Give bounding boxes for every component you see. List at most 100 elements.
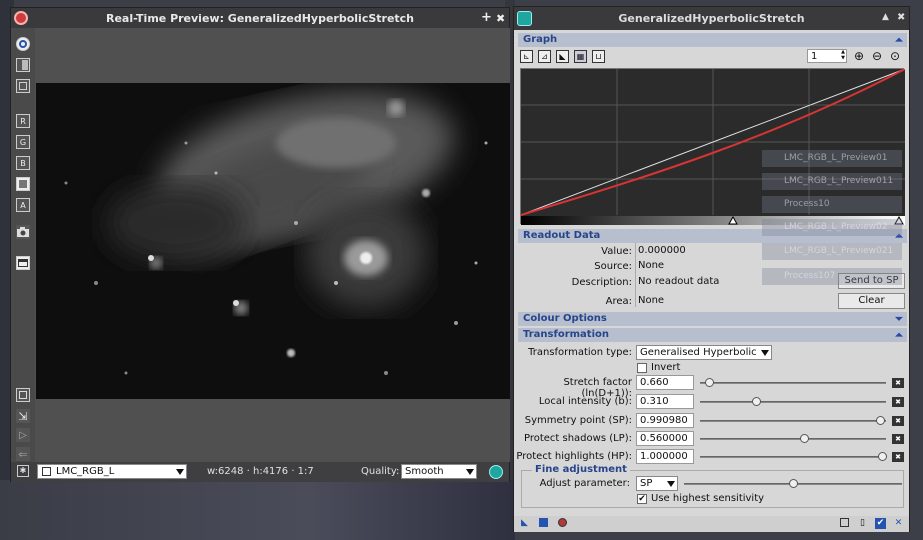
ghost-window-label: LMC_RGB_L_Preview021	[762, 243, 902, 260]
reset-param-icon[interactable]: ✖	[892, 434, 904, 444]
channel-a-icon[interactable]: A	[16, 198, 30, 212]
realtime-preview-window: Real-Time Preview: GeneralizedHyperbolic…	[10, 7, 510, 482]
forward-arrow-icon[interactable]: ▷	[16, 428, 30, 442]
invert-checkbox[interactable]	[637, 363, 647, 373]
zoom-in-icon[interactable]: ⊕	[854, 49, 864, 63]
highest-sensitivity-checkbox[interactable]: ✔	[637, 494, 647, 504]
param-slider[interactable]	[700, 452, 887, 461]
area-label: Area:	[605, 296, 632, 307]
quality-select[interactable]: Smooth	[401, 464, 477, 479]
ghs-titlebar[interactable]: GeneralizedHyperbolicStretch ▲ ✖	[514, 7, 909, 30]
channel-b-icon[interactable]: B	[16, 156, 30, 170]
param-slider-knob[interactable]	[878, 452, 887, 461]
browse-docs-icon[interactable]	[839, 518, 850, 529]
image-dimensions: w:6248 · h:4176 · 1:7	[207, 466, 314, 477]
astro-image[interactable]	[36, 83, 510, 399]
window-icon[interactable]	[16, 256, 30, 270]
adjust-parameter-value: SP	[640, 478, 653, 489]
reset-param-icon[interactable]: ✖	[892, 397, 904, 407]
expand-icon[interactable]: ⏷	[895, 313, 903, 327]
reset-icon[interactable]: ✕	[893, 518, 904, 529]
graph-tool-5-icon[interactable]: ⊔	[592, 50, 605, 63]
param-slider[interactable]	[700, 416, 886, 425]
highest-sensitivity-label: Use highest sensitivity	[651, 493, 765, 504]
reset-param-icon[interactable]: ✖	[892, 452, 904, 462]
graph-tool-1-icon[interactable]: ⊾	[520, 50, 533, 63]
source-label: Source:	[594, 261, 632, 272]
param-value-field[interactable]: 0.660	[636, 375, 694, 390]
param-slider[interactable]	[700, 434, 886, 443]
graph-section-header[interactable]: Graph ⏶	[518, 33, 907, 47]
zoom-out-icon[interactable]: ⊖	[872, 49, 882, 63]
graph-tool-3-icon[interactable]: ◣	[556, 50, 569, 63]
apply-check-icon[interactable]: ✔	[875, 518, 886, 529]
overlay-view-icon[interactable]	[16, 79, 30, 93]
chevron-down-icon	[667, 481, 675, 487]
stepper-down-icon[interactable]: ▼	[841, 55, 845, 61]
apply-global-icon[interactable]	[538, 518, 549, 529]
adjust-parameter-select[interactable]: SP	[636, 476, 678, 491]
fit-view-icon[interactable]	[16, 388, 30, 402]
param-value-field[interactable]: 0.310	[636, 394, 694, 409]
close-icon[interactable]: ✖	[897, 12, 905, 23]
transformation-label: Transformation	[523, 329, 609, 340]
channel-g-icon[interactable]: G	[16, 135, 30, 149]
param-slider[interactable]	[700, 397, 886, 406]
reset-param-icon[interactable]: ✖	[892, 416, 904, 426]
preview-toolbar: R G B A ⇲ ▷ ⇐	[11, 28, 35, 462]
collapse-icon[interactable]: ⏶	[895, 329, 903, 343]
param-label: Local intensity (b):	[538, 396, 632, 407]
zoom-fit-icon[interactable]: ⊙	[890, 49, 900, 63]
close-icon[interactable]: ✖	[496, 12, 505, 25]
split-view-icon[interactable]	[16, 58, 30, 72]
back-arrow-icon[interactable]: ⇐	[16, 447, 30, 461]
script-icon[interactable]: ▯	[857, 518, 868, 529]
reset-param-icon[interactable]: ✖	[892, 378, 904, 388]
invert-label: Invert	[651, 362, 681, 373]
chevron-down-icon	[761, 350, 769, 356]
transformation-type-value: Generalised Hyperbolic	[640, 347, 757, 358]
graph-tool-2-icon[interactable]: ⊿	[538, 50, 551, 63]
channel-r-icon[interactable]: R	[16, 114, 30, 128]
param-slider-knob[interactable]	[751, 397, 761, 406]
rgb-composite-icon[interactable]	[16, 177, 30, 191]
graph-section-label: Graph	[523, 34, 558, 45]
zoom-value: 1	[811, 51, 818, 62]
colour-options-section-header[interactable]: Colour Options ⏷	[518, 312, 907, 326]
zoom-spinbox[interactable]: 1 ▲ ▼	[807, 49, 847, 63]
ghs-title: GeneralizedHyperbolicStretch	[618, 12, 805, 25]
settings-icon[interactable]: ✱	[17, 465, 29, 477]
clear-button[interactable]: Clear	[838, 293, 905, 309]
preview-titlebar[interactable]: Real-Time Preview: GeneralizedHyperbolic…	[11, 8, 509, 28]
chevron-down-icon	[466, 469, 474, 475]
transformation-section-header[interactable]: Transformation ⏶	[518, 328, 907, 342]
zoom-arrow-icon[interactable]: ⇲	[16, 409, 30, 423]
new-instance-icon[interactable]: ◣	[519, 518, 530, 529]
realtime-preview-icon[interactable]	[557, 518, 568, 529]
param-label: Symmetry point (SP):	[524, 415, 632, 426]
param-slider-knob[interactable]	[799, 434, 809, 443]
preview-canvas[interactable]	[35, 28, 510, 462]
param-value-field[interactable]: 0.990980	[636, 413, 694, 428]
param-value-field[interactable]: 1.000000	[636, 449, 694, 464]
param-slider-knob[interactable]	[705, 378, 715, 387]
fine-adjust-slider[interactable]	[684, 479, 902, 488]
ghost-window-label: LMC_RGB_L_Preview01	[762, 150, 902, 167]
circle-mode-icon[interactable]	[16, 37, 30, 51]
fine-adjust-knob[interactable]	[789, 479, 798, 488]
preview-title: Real-Time Preview: GeneralizedHyperbolic…	[105, 11, 415, 25]
pin-icon[interactable]: +	[481, 10, 492, 25]
param-slider-knob[interactable]	[876, 416, 886, 425]
realtime-toggle-icon[interactable]	[489, 465, 503, 479]
grid-icon[interactable]: ▦	[574, 50, 587, 63]
image-select[interactable]: LMC_RGB_L	[37, 464, 187, 479]
shade-icon[interactable]: ▲	[882, 12, 889, 22]
param-value-field[interactable]: 0.560000	[636, 431, 694, 446]
ghost-window-label: LMC_RGB_L_Preview011	[762, 173, 902, 190]
param-slider[interactable]	[700, 378, 886, 387]
readout-section-label: Readout Data	[523, 230, 601, 241]
preview-statusbar: ✱ LMC_RGB_L w:6248 · h:4176 · 1:7 Qualit…	[11, 462, 509, 482]
collapse-icon[interactable]: ⏶	[895, 34, 903, 48]
transformation-type-select[interactable]: Generalised Hyperbolic	[636, 345, 772, 360]
camera-icon[interactable]	[16, 225, 30, 239]
